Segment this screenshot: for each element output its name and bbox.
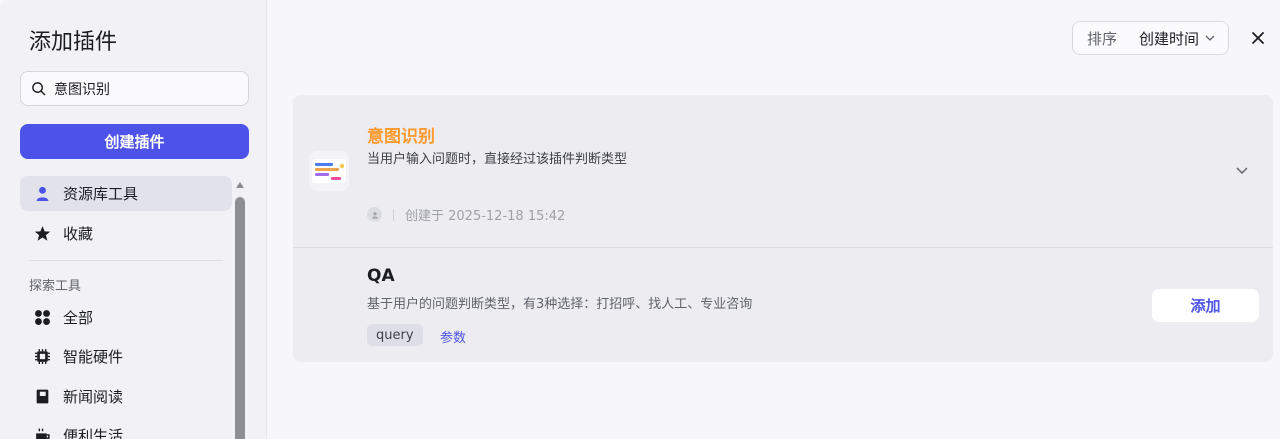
chevron-down-icon xyxy=(1205,35,1215,41)
chip-icon xyxy=(33,348,51,366)
modal-title: 添加插件 xyxy=(29,30,118,55)
tool-description: 基于用户的问题判断类型，有3种选择：打招呼、找人工、专业咨询 xyxy=(367,297,753,312)
sidebar-item-label: 新闻阅读 xyxy=(63,388,124,406)
grid-icon xyxy=(33,309,51,327)
sidebar-item-convenient-life[interactable]: 便利生活 xyxy=(20,418,232,439)
sidebar-divider xyxy=(29,260,223,261)
search-icon xyxy=(32,82,46,96)
creator-avatar-icon xyxy=(367,207,382,222)
section-label-explore: 探索工具 xyxy=(29,279,82,294)
create-plugin-button[interactable]: 创建插件 xyxy=(20,124,249,159)
sort-label: 排序 xyxy=(1087,29,1118,48)
star-icon xyxy=(33,225,51,243)
sidebar-scrollbar[interactable] xyxy=(234,178,246,439)
sidebar: 添加插件 创建插件 资源库工具 收藏 探索工具 全部 智能硬件 新闻阅读 xyxy=(0,0,267,439)
plugin-meta: 创建于 2025-12-18 15:42 xyxy=(367,205,565,224)
meta-separator xyxy=(393,208,394,221)
cup-icon xyxy=(33,427,51,439)
plugin-description: 当用户输入问题时，直接经过该插件判断类型 xyxy=(367,152,628,167)
tool-name: QA xyxy=(367,266,395,286)
main-panel: 排序 创建时间 意图识别 当用户输入问题时，直接经过该插件判断类型 创建于 20… xyxy=(267,0,1280,439)
plugin-created-time: 创建于 2025-12-18 15:42 xyxy=(405,209,566,224)
plugin-name: 意图识别 xyxy=(367,127,435,147)
book-icon xyxy=(33,388,51,406)
sidebar-item-news-reading[interactable]: 新闻阅读 xyxy=(20,379,232,414)
sidebar-item-smart-hardware[interactable]: 智能硬件 xyxy=(20,339,232,374)
chevron-down-icon[interactable] xyxy=(1235,163,1249,177)
sort-dropdown[interactable]: 排序 创建时间 xyxy=(1072,21,1229,55)
sidebar-item-all[interactable]: 全部 xyxy=(20,300,232,335)
param-tag: query xyxy=(367,324,423,346)
scroll-up-arrow-icon[interactable] xyxy=(236,182,244,188)
plugin-thumbnail-icon xyxy=(309,151,349,191)
sidebar-item-label: 智能硬件 xyxy=(63,348,124,366)
sidebar-item-label: 便利生活 xyxy=(63,427,124,439)
scroll-thumb[interactable] xyxy=(235,197,245,439)
user-icon xyxy=(33,185,51,203)
plugin-card[interactable]: 意图识别 当用户输入问题时，直接经过该插件判断类型 创建于 2025-12-18… xyxy=(293,95,1273,362)
sidebar-item-favorites[interactable]: 收藏 xyxy=(20,216,232,251)
search-input[interactable] xyxy=(54,80,224,97)
sidebar-item-library-tools[interactable]: 资源库工具 xyxy=(20,176,232,211)
params-link[interactable]: 参数 xyxy=(440,327,466,346)
card-divider xyxy=(293,247,1273,248)
sidebar-item-label: 全部 xyxy=(63,309,94,327)
sidebar-item-label: 资源库工具 xyxy=(63,185,139,203)
close-icon[interactable] xyxy=(1249,29,1267,47)
sidebar-item-label: 收藏 xyxy=(63,225,94,243)
sort-value: 创建时间 xyxy=(1139,29,1200,48)
search-box[interactable] xyxy=(20,71,249,106)
add-tool-button[interactable]: 添加 xyxy=(1152,289,1259,322)
